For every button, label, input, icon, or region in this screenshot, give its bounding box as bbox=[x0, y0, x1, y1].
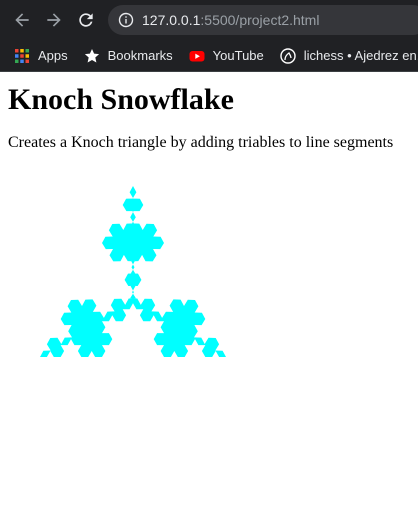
snowflake-canvas bbox=[0, 170, 418, 505]
page-description: Creates a Knoch triangle by adding triab… bbox=[8, 134, 394, 151]
bookmark-label: Bookmarks bbox=[107, 48, 173, 63]
arrow-right-icon bbox=[47, 13, 61, 27]
bookmark-apps[interactable]: Apps bbox=[0, 43, 76, 69]
lichess-icon bbox=[280, 47, 296, 64]
browser-toolbar: 127.0.0.1:5500/project2.html bbox=[0, 0, 418, 40]
koch-snowflake-drawing bbox=[40, 186, 226, 357]
browser-chrome: 127.0.0.1:5500/project2.html Apps Bookma… bbox=[0, 0, 418, 72]
url-host: 127.0.0.1 bbox=[142, 12, 201, 28]
bookmark-youtube[interactable]: YouTube bbox=[181, 43, 272, 69]
bookmark-bookmarks[interactable]: Bookmarks bbox=[76, 43, 181, 69]
apps-grid-icon bbox=[14, 48, 30, 64]
forward-button[interactable] bbox=[42, 8, 66, 32]
url-text: 127.0.0.1:5500/project2.html bbox=[142, 12, 319, 28]
address-bar[interactable]: 127.0.0.1:5500/project2.html bbox=[108, 5, 418, 35]
page-content: Knoch Snowflake Creates a Knoch triangle… bbox=[0, 83, 418, 153]
bookmark-label: Apps bbox=[38, 48, 68, 63]
reload-icon bbox=[79, 13, 93, 27]
page-title: Knoch Snowflake bbox=[8, 83, 234, 116]
reload-button[interactable] bbox=[74, 8, 98, 32]
bookmarks-bar: Apps Bookmarks YouTube lichess • Ajedrez… bbox=[0, 40, 418, 72]
bookmark-label: lichess • Ajedrez en... bbox=[303, 48, 418, 63]
bookmark-lichess[interactable]: lichess • Ajedrez en... bbox=[272, 43, 418, 69]
url-path: :5500/project2.html bbox=[200, 12, 320, 28]
youtube-icon bbox=[189, 48, 205, 64]
arrow-left-icon bbox=[15, 13, 29, 27]
info-icon[interactable] bbox=[118, 12, 134, 28]
koch-snowflake-shape bbox=[40, 186, 226, 357]
bookmark-label: YouTube bbox=[212, 48, 264, 63]
star-icon bbox=[84, 48, 100, 64]
back-button[interactable] bbox=[10, 8, 34, 32]
